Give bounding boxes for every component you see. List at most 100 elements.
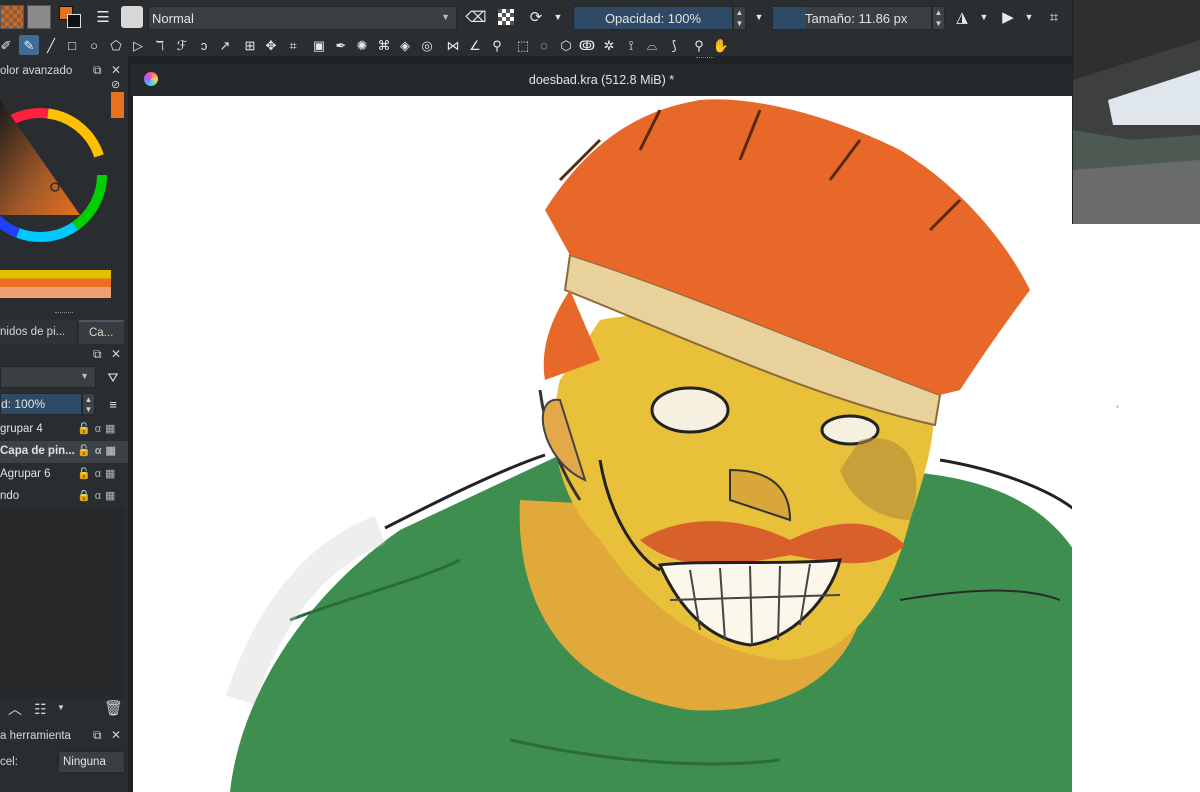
mirror-vertical-icon[interactable]: ▶ (997, 7, 1019, 27)
wrap-icon[interactable]: ⌗ (1043, 7, 1065, 27)
bezier-select-icon[interactable]: ⌓ (643, 36, 661, 54)
layer-opacity-stepper[interactable]: ▲ ▼ (82, 393, 95, 415)
layer-row[interactable]: grupar 4 🔓α▦ (0, 419, 128, 441)
chevron-down-icon[interactable]: ▼ (552, 9, 564, 25)
float-icon[interactable]: ⧉ (93, 729, 102, 741)
polygon-tool-icon[interactable]: ⬠ (107, 36, 125, 54)
alpha-lock-icon[interactable] (498, 9, 514, 25)
crop-tool-icon[interactable]: ⌗ (284, 36, 302, 54)
layer-status-icons[interactable]: 🔒α▦ (77, 489, 119, 502)
layer-row-selected[interactable]: Capa de pin... 🔓α▦ (0, 441, 128, 463)
tool-options-header: a herramienta ⧉ ✕ (0, 728, 128, 748)
top-toolbar: ☰ Normal ▼ ⌫ ⟳ ▼ Opacidad: 100% ▲ ▼ ▼ Tam… (0, 0, 1072, 35)
line-tool-icon[interactable]: ╱ (42, 36, 60, 54)
rectangle-tool-icon[interactable]: □ (63, 36, 81, 54)
transform-tool-icon[interactable]: ⊞ (241, 36, 259, 54)
freehand-select-icon[interactable]: ↂ (578, 36, 596, 54)
polygon-select-icon[interactable]: ⬡ (557, 36, 575, 54)
dynamic-brush-icon[interactable]: ↄ (195, 36, 213, 54)
ellipse-tool-icon[interactable]: ○ (85, 36, 103, 54)
chevron-down-icon[interactable]: ▼ (753, 9, 765, 25)
close-icon[interactable]: ✕ (111, 729, 121, 741)
opacity-stepper[interactable]: ▲ ▼ (733, 6, 746, 30)
properties-icon[interactable]: ☷ (34, 702, 47, 716)
layer-opacity-value: d: 100% (1, 397, 46, 411)
similar-select-icon[interactable]: ⟟ (622, 36, 640, 54)
color-wheel[interactable] (0, 80, 110, 270)
reload-icon[interactable]: ⟳ (526, 7, 546, 27)
freehand-path-icon[interactable]: ✐ (0, 36, 12, 54)
float-icon[interactable]: ⧉ (93, 64, 102, 76)
smart-patch-icon[interactable]: ✺ (353, 36, 371, 54)
rectangle-select-icon[interactable]: ⬚ (514, 36, 532, 54)
splitter-handle[interactable] (696, 57, 714, 60)
contiguous-select-icon[interactable]: ✲ (600, 36, 618, 54)
brush-settings-icon[interactable]: ☰ (92, 7, 114, 27)
artwork-illustration (225, 99, 1072, 792)
opacity-value: Opacidad: 100% (604, 10, 702, 26)
current-color-bar (111, 92, 124, 118)
size-stepper[interactable]: ▲ ▼ (932, 6, 945, 30)
layers-bottom-bar: ︿ ☷ ▼ 🗑 (0, 698, 128, 722)
brush-preset-icon[interactable] (121, 6, 143, 28)
color-picker-icon[interactable]: ✒ (332, 36, 350, 54)
layer-status-icons[interactable]: 🔓α▦ (77, 444, 120, 457)
splitter-handle[interactable] (55, 312, 73, 315)
blend-mode-select[interactable]: Normal ▼ (148, 6, 457, 30)
fill-tool-icon[interactable]: ⌘ (375, 36, 393, 54)
tool-box-row: ✐ ✎ ╱ □ ○ ⬠ ▷ ℸ ℱ ↄ ↗ ⊞ ✥ ⌗ ▣ ✒ ✺ ⌘ ◈ ◎ … (0, 34, 1072, 56)
polyline-tool-icon[interactable]: ▷ (129, 36, 147, 54)
zoom-tool-icon[interactable]: ⚲ (690, 36, 708, 54)
composite-op-select[interactable]: ▼ (0, 366, 96, 388)
magnetic-select-icon[interactable]: ⟆ (665, 36, 683, 54)
document-title[interactable]: doesbad.kra (512.8 MiB) * (131, 73, 1072, 87)
bezier-tool-icon[interactable]: ℸ (151, 36, 169, 54)
filter-icon[interactable]: ⛛ (103, 367, 123, 387)
reference-images-icon[interactable]: ⚲ (488, 36, 506, 54)
pattern-icon[interactable] (0, 5, 24, 29)
measure-tool-icon[interactable]: ∠ (466, 36, 484, 54)
float-icon[interactable]: ⧉ (93, 348, 102, 360)
enclose-fill-icon[interactable]: ◎ (418, 36, 436, 54)
no-color-icon[interactable]: ⊘ (111, 80, 120, 91)
close-icon[interactable]: ✕ (111, 348, 121, 360)
bucket-icon[interactable]: ◈ (396, 36, 414, 54)
color-history-bar[interactable] (0, 270, 111, 298)
opacity-field[interactable]: Opacidad: 100% (573, 6, 733, 30)
tool-option-select[interactable]: Ninguna (58, 751, 125, 773)
layer-menu-icon[interactable]: ≡ (103, 395, 123, 413)
gradient-tool-icon[interactable]: ▣ (310, 36, 328, 54)
trash-icon[interactable]: 🗑 (104, 701, 123, 716)
assistant-tool-icon[interactable]: ⋈ (444, 36, 462, 54)
brush-tool-icon[interactable]: ✎ (19, 35, 39, 55)
tab-brush-presets[interactable]: nidos de pi... (0, 320, 76, 344)
pan-tool-icon[interactable]: ✋ (712, 36, 730, 54)
chevron-down-icon[interactable]: ▼ (978, 9, 990, 25)
move-tool-icon[interactable]: ✥ (262, 36, 280, 54)
color-docker-title: olor avanzado (0, 65, 73, 77)
left-docker-panel: olor avanzado ⧉ ✕ ⊘ nidos de pi... Ca...… (0, 56, 128, 792)
mirror-horizontal-icon[interactable]: ◮ (951, 7, 973, 27)
size-field[interactable]: Tamaño: 11.86 px (772, 6, 932, 30)
gradient-icon[interactable] (27, 5, 51, 29)
chevron-up-icon[interactable]: ︿ (8, 702, 22, 716)
chevron-down-icon[interactable]: ▼ (57, 704, 65, 712)
reference-image[interactable] (1073, 0, 1200, 224)
drawing-canvas[interactable] (133, 96, 1072, 792)
close-icon[interactable]: ✕ (111, 64, 121, 76)
layer-status-icons[interactable]: 🔓α▦ (77, 422, 119, 435)
cursor-icon: ◦ (1116, 402, 1119, 411)
layer-status-icons[interactable]: 🔓α▦ (77, 467, 119, 480)
chevron-down-icon[interactable]: ▼ (1023, 9, 1035, 25)
layer-name: Agrupar 6 (0, 468, 51, 480)
layer-row[interactable]: ndo 🔒α▦ (0, 486, 128, 508)
multibrush-icon[interactable]: ↗ (216, 36, 234, 54)
layer-opacity-field[interactable]: d: 100% (0, 393, 82, 415)
blend-mode-value: Normal (152, 10, 194, 26)
tab-layers[interactable]: Ca... (79, 320, 124, 344)
calligraphy-tool-icon[interactable]: ℱ (173, 36, 191, 54)
ellipse-select-icon[interactable]: ◌ (535, 36, 553, 54)
eraser-icon[interactable]: ⌫ (465, 7, 486, 27)
background-color-swatch[interactable] (67, 14, 81, 28)
layer-row[interactable]: Agrupar 6 🔓α▦ (0, 464, 128, 486)
